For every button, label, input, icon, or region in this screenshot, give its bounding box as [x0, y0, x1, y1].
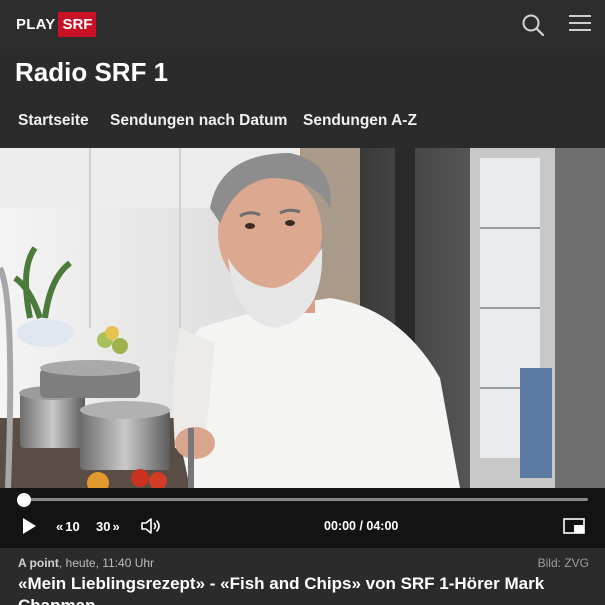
progress-bar[interactable] — [24, 498, 588, 501]
logo-srf-badge: SRF — [58, 12, 97, 37]
speaker-icon — [141, 518, 160, 534]
play-srf-logo[interactable]: PLAY SRF — [16, 12, 97, 37]
channel-title: Radio SRF 1 — [15, 57, 169, 87]
episode-date-time: , heute, 11:40 Uhr — [58, 556, 155, 570]
rewind-label: 10 — [65, 518, 80, 534]
time-display: 00:00 / 04:00 — [324, 519, 398, 533]
episode-info: A point, heute, 11:40 Uhr Bild: ZVG «Mei… — [0, 548, 605, 605]
progress-handle[interactable] — [17, 493, 31, 507]
play-icon — [23, 518, 36, 534]
show-name[interactable]: A point — [18, 556, 59, 570]
current-time: 00:00 — [324, 519, 356, 533]
volume-button[interactable] — [141, 515, 163, 537]
logo-play-text: PLAY — [16, 16, 56, 33]
nav-item-sendungen-a-z[interactable]: Sendungen A-Z — [303, 112, 417, 130]
picture-in-picture-button[interactable] — [563, 515, 585, 537]
time-separator: / — [355, 519, 367, 533]
forward-30-button[interactable]: 30 » — [96, 515, 120, 537]
picture-in-picture-icon — [563, 518, 585, 534]
nav-item-startseite[interactable]: Startseite — [18, 112, 89, 130]
top-bar: PLAY SRF — [0, 0, 605, 50]
rewind-icon: « — [56, 518, 64, 534]
duration: 04:00 — [366, 519, 399, 533]
forward-icon: » — [112, 518, 120, 534]
episode-title: «Mein Lieblingsrezept» - «Fish and Chips… — [18, 574, 545, 605]
channel-navigation: Startseite Sendungen nach Datum Sendunge… — [0, 106, 605, 140]
image-credit: Bild: ZVG — [537, 556, 589, 570]
episode-image[interactable] — [0, 148, 605, 488]
rewind-10-button[interactable]: « 10 — [56, 515, 80, 537]
audio-player-controls: « 10 30 » 00:00 / 04:00 — [0, 488, 605, 548]
episode-meta-line: A point, heute, 11:40 Uhr — [18, 556, 154, 570]
forward-label: 30 — [96, 518, 111, 534]
nav-item-sendungen-nach-datum[interactable]: Sendungen nach Datum — [110, 112, 287, 130]
hamburger-menu-icon[interactable] — [569, 15, 591, 33]
play-button[interactable] — [21, 515, 37, 537]
search-icon[interactable] — [521, 13, 545, 37]
